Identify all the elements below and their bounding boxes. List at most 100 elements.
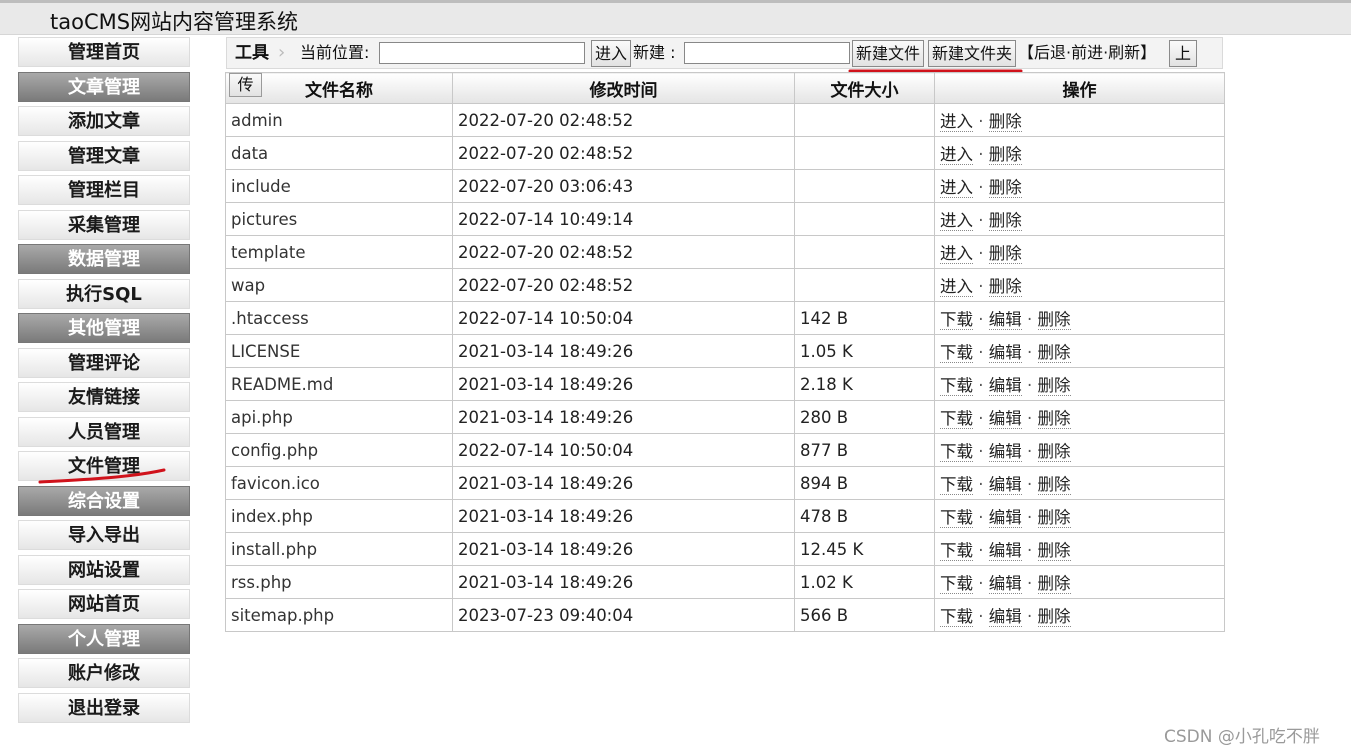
file-action-link[interactable]: 下载 [940,541,973,561]
file-action-link[interactable]: 编辑 [988,343,1022,363]
file-action-link[interactable]: 编辑 [988,541,1022,561]
new-name-input[interactable] [684,42,850,64]
sidebar-item[interactable]: 执行SQL [18,278,190,309]
sidebar-item[interactable]: 人员管理 [18,416,190,447]
separator-dot: · [973,409,989,428]
file-action-link[interactable]: 下载 [940,508,973,528]
new-folder-button[interactable]: 新建文件夹 [928,40,1017,67]
file-action-link[interactable]: 下载 [940,409,973,429]
sidebar-item[interactable]: 友情链接 [18,382,190,412]
file-name-cell[interactable]: favicon.ico [225,466,453,500]
file-name-cell[interactable]: include [225,169,453,203]
file-name-cell[interactable]: index.php [225,499,453,533]
sidebar-group-header[interactable]: 文章管理 [18,71,190,102]
file-action-link[interactable]: 删除 [1037,574,1071,594]
file-action-link[interactable]: 下载 [940,376,973,396]
sidebar-group-header[interactable]: 个人管理 [18,623,190,654]
file-name-cell[interactable]: README.md [225,367,453,401]
file-name-cell[interactable]: .htaccess [225,301,453,335]
modified-time-cell: 2021-03-14 18:49:26 [452,565,795,599]
new-file-button[interactable]: 新建文件 [852,40,925,67]
file-list-table: 传 文件名称 修改时间 文件大小 操作 admin 2022-07-20 02:4… [225,72,1225,632]
sidebar-item[interactable]: 管理文章 [18,140,190,171]
file-action-link[interactable]: 删除 [1037,508,1071,528]
file-action-link[interactable]: 删除 [1037,541,1071,561]
file-action-link[interactable]: 删除 [988,178,1022,198]
modified-time-cell: 2022-07-20 02:48:52 [452,235,795,269]
sidebar-item[interactable]: 管理评论 [18,347,190,378]
file-action-link[interactable]: 下载 [940,475,973,495]
file-action-link[interactable]: 编辑 [988,442,1022,462]
sidebar-group-header[interactable]: 综合设置 [18,485,190,516]
file-action-link[interactable]: 编辑 [988,574,1022,594]
file-action-link[interactable]: 下载 [940,574,973,594]
sidebar-item[interactable]: 文件管理 [18,451,190,481]
file-action-link[interactable]: 下载 [940,343,973,363]
file-action-link[interactable]: 进入 [940,145,973,165]
file-name-cell[interactable]: sitemap.php [225,598,453,632]
file-action-link[interactable]: 编辑 [988,508,1022,528]
file-action-link[interactable]: 编辑 [988,607,1022,627]
watermark: CSDN @小孔吃不胖 [1164,727,1320,747]
operations-cell: 下载 · 编辑 · 删除 [934,301,1225,335]
file-name-cell[interactable]: rss.php [225,565,453,599]
enter-button[interactable]: 进入 [591,40,632,67]
file-action-link[interactable]: 进入 [940,277,973,297]
sidebar-item[interactable]: 导入导出 [18,520,190,550]
file-name-cell[interactable]: install.php [225,532,453,566]
file-action-link[interactable]: 进入 [940,178,973,198]
file-action-link[interactable]: 下载 [940,310,973,330]
table-row: api.php 2021-03-14 18:49:26 280 B 下载 · 编辑 ·… [225,400,1225,434]
sidebar-item[interactable]: 管理首页 [18,37,190,67]
file-action-link[interactable]: 进入 [940,112,973,132]
file-action-link[interactable]: 删除 [1037,442,1071,462]
operations-cell: 下载 · 编辑 · 删除 [934,499,1225,533]
file-action-link[interactable]: 删除 [1037,607,1071,627]
file-size-cell [794,235,935,269]
sidebar-item[interactable]: 采集管理 [18,209,190,240]
file-name-cell[interactable]: api.php [225,400,453,434]
file-action-link[interactable]: 编辑 [988,310,1022,330]
file-action-link[interactable]: 删除 [988,211,1022,231]
file-action-link[interactable]: 删除 [1037,475,1071,495]
file-action-link[interactable]: 进入 [940,244,973,264]
file-action-link[interactable]: 下载 [940,442,973,462]
sidebar-group-header[interactable]: 其他管理 [18,313,190,343]
path-input[interactable] [379,42,585,64]
file-name-cell[interactable]: admin [225,103,453,137]
file-action-link[interactable]: 删除 [1037,310,1071,330]
file-action-link[interactable]: 进入 [940,211,973,231]
nav-back-forward-refresh[interactable]: 【后退·前进·刷新】 [1018,38,1156,68]
upload-file-button[interactable]: 传 [229,73,262,97]
sidebar-item[interactable]: 退出登录 [18,692,190,723]
sidebar-group-header[interactable]: 数据管理 [18,244,190,274]
file-action-link[interactable]: 删除 [1037,376,1071,396]
sidebar-item[interactable]: 网站首页 [18,589,190,619]
sidebar-item[interactable]: 网站设置 [18,554,190,585]
file-name-cell[interactable]: LICENSE [225,334,453,368]
file-name-cell[interactable]: template [225,235,453,269]
separator-dot: · [973,475,989,494]
file-name-cell[interactable]: pictures [225,202,453,236]
operations-cell: 下载 · 编辑 · 删除 [934,400,1225,434]
file-name-cell[interactable]: config.php [225,433,453,467]
file-action-link[interactable]: 编辑 [988,409,1022,429]
file-action-link[interactable]: 删除 [988,277,1022,297]
file-action-link[interactable]: 编辑 [988,376,1022,396]
file-name-cell[interactable]: data [225,136,453,170]
sidebar-item[interactable]: 账户修改 [18,658,190,688]
sidebar-item[interactable]: 管理栏目 [18,175,190,205]
file-action-link[interactable]: 删除 [1037,409,1071,429]
upload-button[interactable]: 上 [1169,40,1197,67]
file-size-cell [794,103,935,137]
file-name-cell[interactable]: wap [225,268,453,302]
new-label: 新建 : [633,43,676,62]
file-action-link[interactable]: 编辑 [988,475,1022,495]
file-action-link[interactable]: 删除 [988,145,1022,165]
separator-dot: · [1021,343,1038,362]
file-action-link[interactable]: 删除 [988,112,1022,132]
file-action-link[interactable]: 删除 [1037,343,1071,363]
sidebar-item[interactable]: 添加文章 [18,106,190,136]
file-action-link[interactable]: 删除 [988,244,1022,264]
file-action-link[interactable]: 下载 [940,607,973,627]
